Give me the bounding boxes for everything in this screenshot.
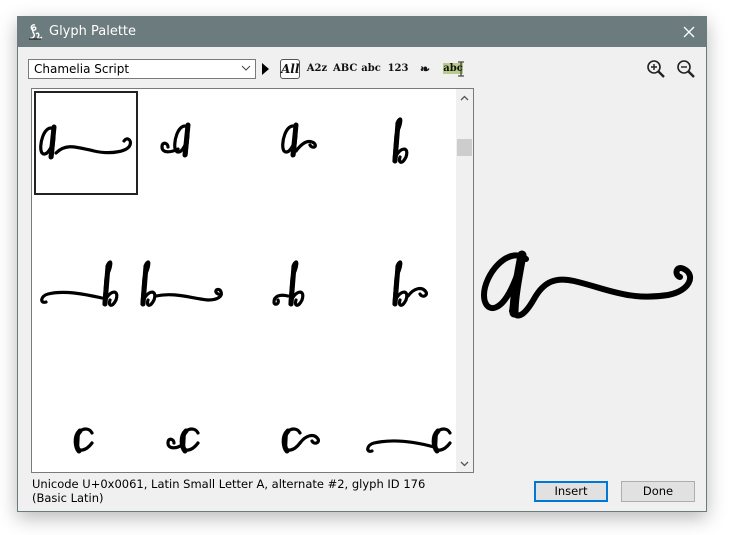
scroll-up-button[interactable] (456, 89, 473, 106)
preview-glyph-a (481, 250, 693, 319)
glyph-shape (140, 260, 223, 307)
filter-all-label: All (281, 62, 300, 76)
glyph-cell[interactable] (352, 91, 456, 195)
vertical-scrollbar[interactable] (456, 89, 473, 472)
filter-uppercase-label: ABC (333, 63, 358, 74)
glyph-cell[interactable] (34, 91, 138, 195)
glyph-cell[interactable] (246, 385, 350, 472)
close-icon (683, 26, 695, 38)
filter-a2z-label: A2z (306, 63, 328, 74)
chevron-down-icon (241, 65, 251, 71)
glyph-shape (392, 117, 409, 164)
zoom-in-button[interactable] (646, 59, 666, 79)
glyph-shape (160, 122, 191, 158)
chevron-up-icon (460, 95, 469, 100)
ornaments-icon: ❧ (419, 62, 431, 76)
glyph-shape (366, 427, 452, 454)
filter-numbers-button[interactable]: 123 (387, 59, 409, 79)
glyph-cell[interactable] (140, 91, 244, 195)
glyph-shape (39, 124, 132, 160)
glyph-palette-dialog: Glyph Palette Chamelia Script All A2z AB… (17, 16, 707, 512)
glyph-cell[interactable] (34, 385, 138, 472)
filter-lowercase-label: abc (361, 63, 381, 74)
glyph-shape (73, 427, 94, 454)
insert-button[interactable]: Insert (534, 481, 608, 502)
font-select-value: Chamelia Script (34, 62, 130, 76)
filter-a2z-button[interactable]: A2z (306, 59, 328, 79)
done-button[interactable]: Done (621, 481, 695, 502)
glyph-shape (281, 122, 317, 158)
filter-all-button[interactable]: All (280, 59, 300, 79)
chevron-down-icon (460, 461, 469, 466)
glyph-cell[interactable] (352, 385, 456, 472)
glyph-shape (392, 260, 428, 307)
glyph-preview (481, 250, 693, 319)
glyph-shape (40, 260, 119, 307)
glyph-cell[interactable] (246, 234, 350, 338)
glyph-shape (166, 427, 200, 454)
zoom-in-icon (647, 60, 665, 78)
title-bar: Glyph Palette (18, 17, 706, 47)
glyph-info-line2: (Basic Latin) (32, 491, 104, 505)
glyph-cell[interactable] (246, 91, 350, 195)
font-select[interactable]: Chamelia Script (28, 59, 256, 79)
filter-lowercase-button[interactable]: abc (360, 59, 382, 79)
filter-uppercase-button[interactable]: ABC (333, 59, 358, 79)
glyph-cell[interactable] (34, 234, 138, 338)
filter-numbers-label: 123 (387, 63, 409, 74)
script-glyph-icon (29, 24, 43, 40)
glyph-cell[interactable] (140, 234, 244, 338)
glyph-cell[interactable] (140, 385, 244, 472)
zoom-out-icon (677, 60, 695, 78)
glyph-info-line1: Unicode U+0x0061, Latin Small Letter A, … (32, 477, 426, 491)
close-button[interactable] (672, 17, 706, 47)
scroll-down-button[interactable] (456, 455, 473, 472)
scrollbar-thumb[interactable] (457, 139, 472, 156)
zoom-out-button[interactable] (676, 59, 696, 79)
glyph-cell[interactable] (352, 234, 456, 338)
window-title: Glyph Palette (49, 24, 137, 39)
glyph-shape (272, 260, 305, 307)
glyph-info: Unicode U+0x0061, Latin Small Letter A, … (32, 477, 425, 505)
glyph-grid (31, 88, 474, 473)
glyph-shape (281, 427, 320, 454)
text-cursor-icon (458, 61, 464, 77)
filter-ornaments-button[interactable]: ❧ (415, 59, 435, 79)
triangle-right-icon[interactable] (262, 63, 269, 75)
